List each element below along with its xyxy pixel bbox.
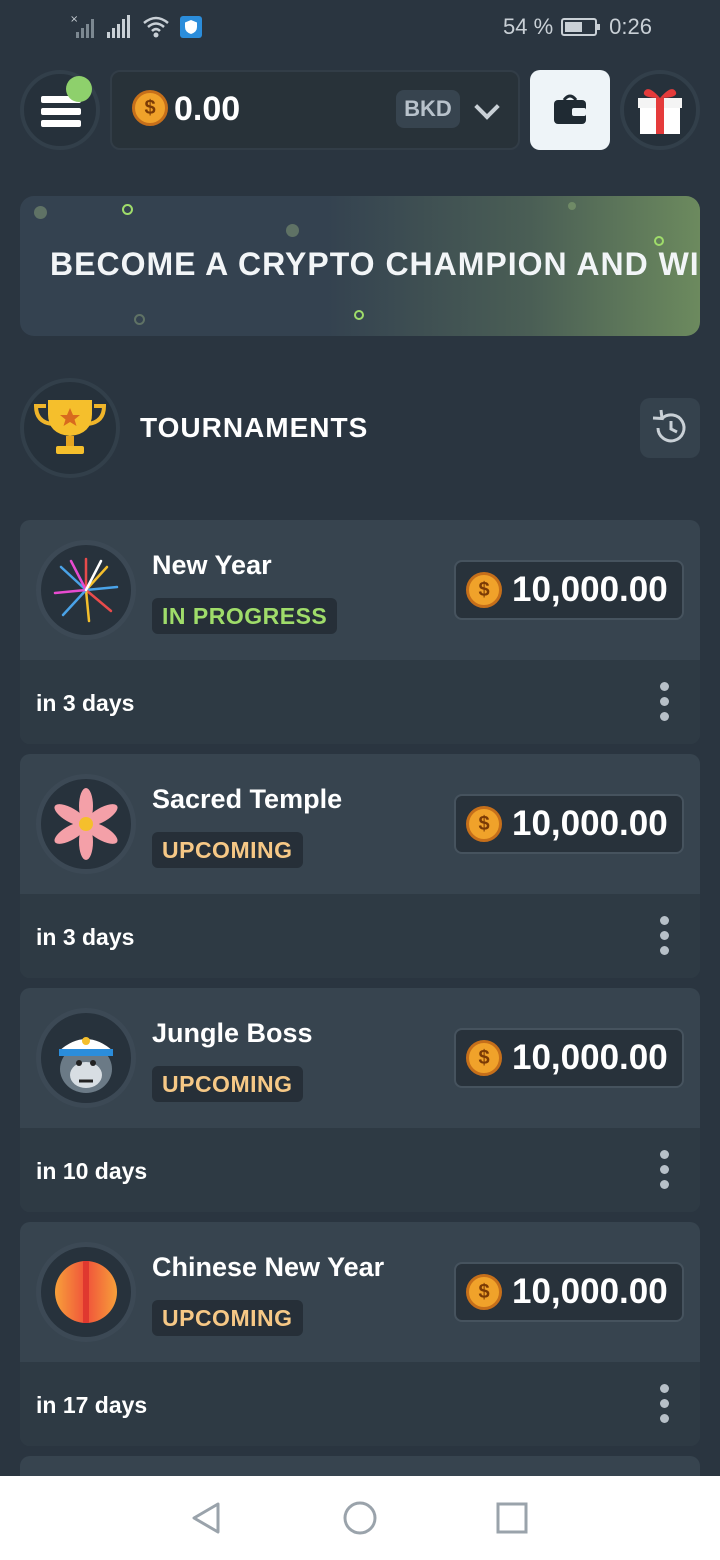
tournament-card[interactable]: Sacred Temple UPCOMING $ 10,000.00 in 3 … — [20, 754, 700, 978]
promo-banner[interactable]: BECOME A CRYPTO CHAMPION AND WIN BIG — [20, 196, 700, 336]
decorative-dot — [354, 310, 364, 320]
more-options-icon[interactable] — [652, 1384, 678, 1424]
coin-icon: $ — [466, 1274, 502, 1310]
status-bar: × 54 % 0:26 — [0, 0, 720, 56]
time-remaining: in 3 days — [36, 690, 135, 716]
more-options-icon[interactable] — [652, 682, 678, 722]
clock: 0:26 — [609, 14, 652, 39]
tournament-card[interactable]: New Year IN PROGRESS $ 10,000.00 in 3 da… — [20, 520, 700, 744]
svg-text:×: × — [70, 14, 78, 25]
prize-pool: $ 10,000.00 — [454, 1262, 684, 1322]
status-badge: UPCOMING — [152, 832, 303, 868]
status-badge: IN PROGRESS — [152, 598, 338, 634]
more-options-icon[interactable] — [652, 916, 678, 956]
battery-icon — [561, 18, 601, 36]
card-footer: in 3 days — [20, 660, 700, 744]
history-icon — [652, 409, 686, 443]
notification-dot — [66, 76, 92, 102]
prize-pool: $ 10,000.00 — [454, 560, 684, 620]
battery-percent: 54 % — [503, 14, 554, 39]
decorative-dot — [654, 236, 664, 246]
lotus-flower-icon — [36, 774, 136, 874]
no-signal-icon: × — [70, 14, 94, 38]
tournament-name: Sacred Temple — [152, 784, 343, 814]
coin-icon: $ — [466, 572, 502, 608]
card-footer: in 17 days — [20, 1362, 700, 1446]
decorative-dot — [34, 206, 47, 219]
prize-amount: 10,000.00 — [512, 1038, 668, 1077]
history-button[interactable] — [640, 398, 700, 458]
gorilla-captain-icon — [36, 1008, 136, 1108]
decorative-dot — [286, 224, 299, 237]
tournament-card[interactable]: Jungle Boss UPCOMING $ 10,000.00 in 10 d… — [20, 988, 700, 1212]
trophy-icon — [33, 400, 107, 454]
top-header: $ 0.00 BKD — [0, 66, 720, 156]
chevron-down-icon[interactable] — [474, 94, 500, 120]
tournament-card[interactable]: Chinese New Year UPCOMING $ 10,000.00 in… — [20, 1222, 700, 1446]
recents-icon[interactable] — [492, 1498, 532, 1538]
wifi-icon — [143, 16, 169, 38]
vpn-shield-icon — [180, 16, 202, 38]
prize-amount: 10,000.00 — [512, 1272, 668, 1311]
card-footer: in 10 days — [20, 1128, 700, 1212]
balance-amount: 0.00 — [174, 90, 241, 128]
tournament-name: Jungle Boss — [152, 1018, 313, 1048]
gift-icon — [638, 89, 682, 134]
time-remaining: in 3 days — [36, 924, 135, 950]
tournament-name: New Year — [152, 550, 272, 580]
coin-icon: $ — [466, 1040, 502, 1076]
back-icon[interactable] — [186, 1498, 226, 1538]
prize-amount: 10,000.00 — [512, 804, 668, 843]
tournament-name: Chinese New Year — [152, 1252, 385, 1282]
coin-icon: $ — [132, 90, 168, 126]
decorative-dot — [134, 314, 145, 325]
prize-pool: $ 10,000.00 — [454, 794, 684, 854]
signal-icon — [107, 15, 130, 38]
section-title: TOURNAMENTS — [140, 412, 369, 443]
coin-icon: $ — [466, 806, 502, 842]
wallet-button[interactable] — [530, 70, 610, 150]
banner-headline: BECOME A CRYPTO CHAMPION AND WIN BIG — [50, 246, 700, 282]
decorative-dot — [122, 204, 133, 215]
system-nav-bar — [0, 1476, 720, 1560]
decorative-dot — [568, 202, 576, 210]
fireworks-icon — [36, 540, 136, 640]
time-remaining: in 17 days — [36, 1392, 148, 1418]
gift-button[interactable] — [620, 70, 700, 150]
wallet-icon — [554, 94, 586, 124]
card-footer: in 3 days — [20, 894, 700, 978]
more-options-icon[interactable] — [652, 1150, 678, 1190]
currency-badge: BKD — [396, 90, 460, 128]
status-badge: UPCOMING — [152, 1066, 303, 1102]
prize-amount: 10,000.00 — [512, 570, 668, 609]
prize-pool: $ 10,000.00 — [454, 1028, 684, 1088]
balance-selector[interactable]: $ 0.00 BKD — [110, 70, 520, 150]
lantern-icon — [36, 1242, 136, 1342]
tournaments-header: TOURNAMENTS — [0, 378, 720, 478]
home-icon[interactable] — [340, 1498, 380, 1538]
status-badge: UPCOMING — [152, 1300, 303, 1336]
trophy-badge — [20, 378, 120, 478]
time-remaining: in 10 days — [36, 1158, 148, 1184]
